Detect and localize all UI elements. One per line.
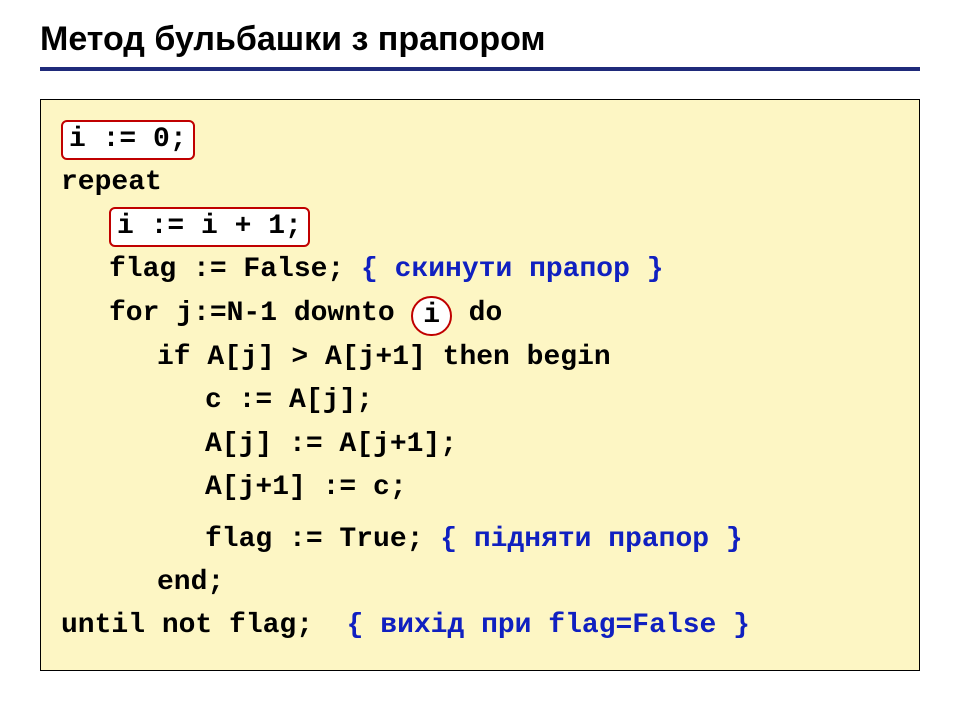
code-text: for j:=N-1 downto [109, 298, 411, 329]
page-title: Метод бульбашки з прапором [40, 20, 920, 59]
slide: Метод бульбашки з прапором i := 0; repea… [0, 0, 960, 671]
highlight-i-circle: i [411, 296, 451, 336]
highlight-init: i := 0; [61, 120, 195, 160]
code-line: if A[j] > A[j+1] then begin [61, 336, 899, 379]
code-line: repeat [61, 161, 899, 204]
code-line: flag := False; { скинути прапор } [61, 248, 899, 291]
code-text: flag := False; [109, 254, 361, 285]
code-line: for j:=N-1 downto i do [61, 292, 899, 336]
spacer [61, 510, 899, 518]
code-block: i := 0; repeat i := i + 1; flag := False… [40, 99, 920, 671]
title-underline [40, 67, 920, 71]
code-comment: { скинути прапор } [361, 254, 663, 285]
code-line: A[j+1] := с; [61, 466, 899, 509]
code-line: i := i + 1; [61, 205, 899, 248]
code-text: do [452, 298, 502, 329]
code-comment: { підняти прапор } [440, 524, 742, 555]
code-comment: { вихід при flag=False } [347, 610, 750, 641]
code-line: A[j] := A[j+1]; [61, 423, 899, 466]
code-line: until not flag; { вихід при flag=False } [61, 604, 899, 647]
code-line: с := A[j]; [61, 379, 899, 422]
code-line: flag := True; { підняти прапор } [61, 518, 899, 561]
code-text: until not flag; [61, 610, 347, 641]
code-line: i := 0; [61, 118, 899, 161]
code-line: end; [61, 561, 899, 604]
code-text: flag := True; [205, 524, 440, 555]
highlight-increment: i := i + 1; [109, 207, 310, 247]
